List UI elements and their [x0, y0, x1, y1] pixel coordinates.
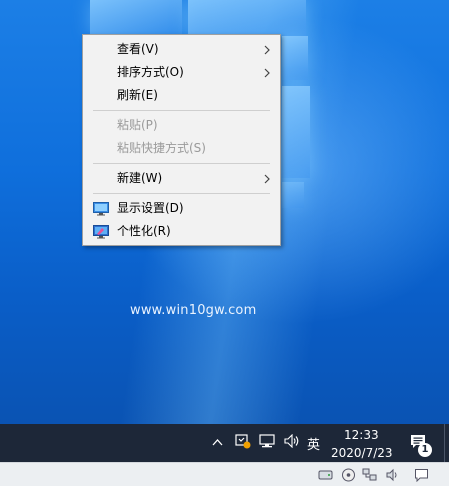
show-desktop-button[interactable]	[444, 424, 449, 462]
chevron-right-icon	[264, 61, 270, 78]
network-adapter-icon[interactable]	[362, 467, 377, 481]
wallpaper-pane	[188, 0, 306, 36]
input-method-indicator[interactable]: 英	[307, 434, 320, 453]
menu-item-paste[interactable]: 粘贴(P)	[83, 114, 280, 137]
clock-time[interactable]: 12:33	[344, 428, 379, 442]
network-icon[interactable]	[259, 434, 275, 451]
menu-separator	[93, 163, 270, 164]
menu-item-label: 新建(W)	[117, 171, 163, 185]
menu-item-label: 粘贴快捷方式(S)	[117, 141, 206, 155]
menu-item-display-settings[interactable]: 显示设置(D)	[83, 197, 280, 220]
message-log-icon[interactable]	[414, 467, 429, 483]
wallpaper-pane	[282, 36, 308, 80]
chevron-right-icon	[264, 38, 270, 55]
show-hidden-icons-chevron-up-icon[interactable]	[212, 435, 223, 449]
desktop-context-menu: 查看(V) 排序方式(O) 刷新(E) 粘贴(P) 粘贴快捷方式(S) 新建(W…	[82, 34, 281, 246]
sound-device-icon[interactable]	[385, 467, 400, 482]
hard-disk-icon[interactable]	[318, 467, 333, 481]
volume-icon[interactable]	[284, 433, 300, 451]
menu-item-label: 刷新(E)	[117, 88, 158, 102]
clock-date[interactable]: 2020/7/23	[331, 446, 393, 460]
security-alert-icon[interactable]	[235, 433, 251, 452]
menu-item-label: 个性化(R)	[117, 224, 171, 238]
menu-item-view[interactable]: 查看(V)	[83, 38, 280, 61]
menu-item-new[interactable]: 新建(W)	[83, 167, 280, 190]
menu-item-sort-by[interactable]: 排序方式(O)	[83, 61, 280, 84]
notification-count-badge: 1	[418, 443, 432, 457]
taskbar: 英 12:33 2020/7/23	[0, 424, 449, 462]
menu-item-personalize[interactable]: 个性化(R)	[83, 220, 280, 243]
optical-drive-icon[interactable]	[341, 467, 356, 482]
watermark-text: www.win10gw.com	[130, 303, 257, 318]
menu-item-paste-shortcut[interactable]: 粘贴快捷方式(S)	[83, 137, 280, 160]
wallpaper-pane	[282, 182, 304, 208]
personalize-icon	[93, 224, 109, 239]
vm-status-bar	[0, 462, 449, 484]
wallpaper-pane	[90, 0, 182, 34]
menu-item-label: 显示设置(D)	[117, 201, 184, 215]
menu-item-label: 粘贴(P)	[117, 118, 158, 132]
menu-item-label: 排序方式(O)	[117, 65, 184, 79]
menu-separator	[93, 110, 270, 111]
chevron-right-icon	[264, 167, 270, 184]
menu-item-label: 查看(V)	[117, 42, 159, 56]
display-settings-icon	[93, 201, 109, 216]
menu-item-refresh[interactable]: 刷新(E)	[83, 84, 280, 107]
wallpaper-pane	[282, 86, 310, 178]
menu-separator	[93, 193, 270, 194]
